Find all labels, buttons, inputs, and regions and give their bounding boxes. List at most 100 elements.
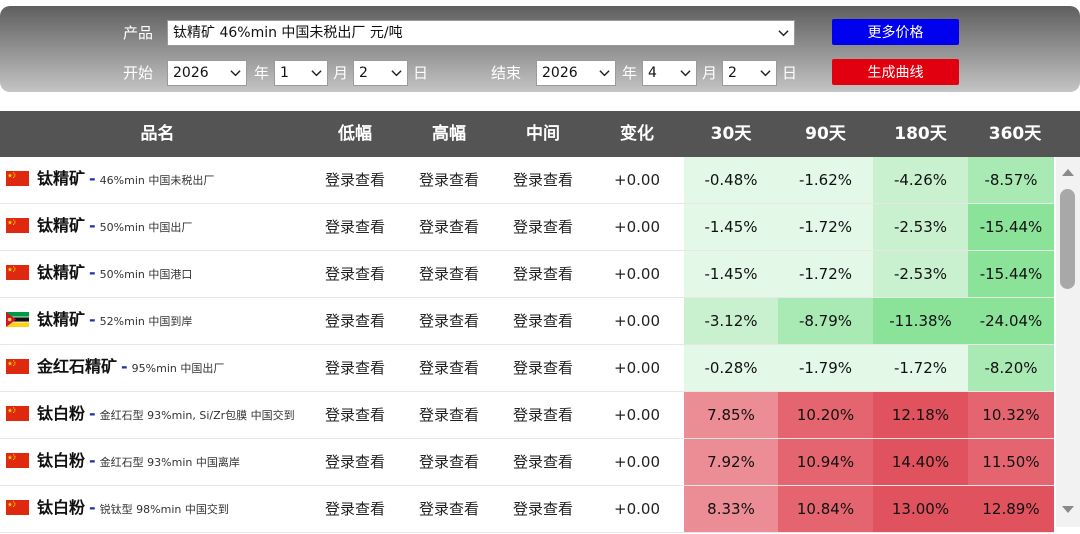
product-name-cell[interactable]: 钛白粉 - 金红石型 93%min 中国离岸 — [0, 439, 310, 485]
product-name[interactable]: 钛精矿 -50%min 中国出厂 — [37, 204, 192, 250]
chevron-down-icon — [311, 70, 322, 77]
product-spec: 金红石型 93%min, Si/Zr包膜 中国交到 — [99, 409, 295, 422]
change-30d-cell: -1.45% — [684, 251, 778, 297]
high-cell[interactable]: 登录查看 — [402, 204, 496, 250]
product-name[interactable]: 钛精矿 -50%min 中国港口 — [37, 251, 192, 297]
change-360d-cell: 12.89% — [968, 486, 1054, 532]
product-name-cell[interactable]: 钛精矿 -46%min 中国未税出厂 — [0, 157, 310, 203]
product-name[interactable]: 钛白粉 - 金红石型 93%min 中国离岸 — [37, 439, 240, 485]
start-year-select[interactable]: 2026 — [167, 60, 247, 86]
product-spec: 50%min 中国港口 — [99, 268, 193, 281]
low-cell[interactable]: 登录查看 — [308, 486, 402, 532]
low-cell[interactable]: 登录查看 — [308, 392, 402, 438]
end-year-unit: 年 — [622, 64, 638, 82]
end-label: 结束 — [491, 64, 522, 82]
change-180d-cell: 14.40% — [873, 439, 968, 485]
product-name-cell[interactable]: 钛精矿 -50%min 中国出厂 — [0, 204, 310, 250]
mid-cell[interactable]: 登录查看 — [496, 204, 590, 250]
mid-cell[interactable]: 登录查看 — [496, 251, 590, 297]
high-cell[interactable]: 登录查看 — [402, 392, 496, 438]
mid-cell[interactable]: 登录查看 — [496, 486, 590, 532]
mid-cell[interactable]: 登录查看 — [496, 345, 590, 391]
start-month-select[interactable]: 1 — [274, 60, 328, 86]
low-cell[interactable]: 登录查看 — [308, 204, 402, 250]
mid-cell[interactable]: 登录查看 — [496, 439, 590, 485]
header-90d: 90天 — [805, 124, 846, 144]
product-name[interactable]: 金红石精矿 -95%min 中国出厂 — [37, 345, 224, 391]
table-row[interactable]: 金红石精矿 -95%min 中国出厂 登录查看 登录查看 登录查看 +0.00 -0.28%… — [0, 345, 1054, 392]
header-product-name: 品名 — [140, 124, 175, 144]
table-row[interactable]: 钛精矿 -50%min 中国出厂 登录查看 登录查看 登录查看 +0.00 -1.45% -1… — [0, 204, 1054, 251]
table-row[interactable]: 钛精矿 -46%min 中国未税出厂 登录查看 登录查看 登录查看 +0.00 -0.48%… — [0, 157, 1054, 204]
header-change: 变化 — [620, 124, 654, 144]
header-mid: 中间 — [526, 124, 560, 144]
product-name-cell[interactable]: 钛白粉 - 锐钛型 98%min 中国交到 — [0, 486, 310, 532]
change-90d-cell: -1.72% — [778, 204, 873, 250]
high-cell[interactable]: 登录查看 — [402, 486, 496, 532]
low-cell[interactable]: 登录查看 — [308, 345, 402, 391]
table-row[interactable]: 钛白粉 - 金红石型 93%min, Si/Zr包膜 中国交到 登录查看 登录查看 登录查… — [0, 392, 1054, 439]
change-360d-cell: -15.44% — [968, 204, 1054, 250]
high-cell[interactable]: 登录查看 — [402, 439, 496, 485]
low-cell[interactable]: 登录查看 — [308, 251, 402, 297]
product-name-cell[interactable]: 金红石精矿 -95%min 中国出厂 — [0, 345, 310, 391]
header-low: 低幅 — [338, 124, 372, 144]
product-select[interactable]: 钛精矿 46%min 中国未税出厂 元/吨 — [167, 20, 795, 46]
start-year-unit: 年 — [254, 64, 270, 82]
high-cell[interactable]: 登录查看 — [402, 157, 496, 203]
change-90d-cell: 10.94% — [778, 439, 873, 485]
low-cell[interactable]: 登录查看 — [308, 439, 402, 485]
chevron-down-icon — [760, 70, 771, 77]
product-name-text: 钛白粉 — [37, 498, 86, 517]
high-cell[interactable]: 登录查看 — [402, 251, 496, 297]
table-row[interactable]: 钛精矿 -52%min 中国到岸 登录查看 登录查看 登录查看 +0.00 -3.12% -8… — [0, 298, 1054, 345]
change-90d-cell: -1.62% — [778, 157, 873, 203]
product-spec: 金红石型 93%min 中国离岸 — [99, 456, 240, 469]
product-name-cell[interactable]: 钛精矿 -52%min 中国到岸 — [0, 298, 310, 344]
table-scrollbar[interactable] — [1056, 157, 1080, 527]
change-90d-cell: -1.79% — [778, 345, 873, 391]
product-name-cell[interactable]: 钛白粉 - 金红石型 93%min, Si/Zr包膜 中国交到 — [0, 392, 310, 438]
end-month-select[interactable]: 4 — [642, 60, 697, 86]
high-cell[interactable]: 登录查看 — [402, 345, 496, 391]
change-180d-cell: -2.53% — [873, 251, 968, 297]
mid-cell[interactable]: 登录查看 — [496, 157, 590, 203]
low-cell[interactable]: 登录查看 — [308, 298, 402, 344]
product-name[interactable]: 钛白粉 - 锐钛型 98%min 中国交到 — [37, 486, 229, 532]
header-30d: 30天 — [710, 124, 752, 144]
high-cell[interactable]: 登录查看 — [402, 298, 496, 344]
product-spec: 95%min 中国出厂 — [131, 362, 225, 375]
scroll-down-icon[interactable] — [1061, 505, 1075, 515]
mid-cell[interactable]: 登录查看 — [496, 298, 590, 344]
end-year-value: 2026 — [542, 65, 578, 81]
scroll-up-icon[interactable] — [1061, 167, 1075, 177]
scrollbar-thumb[interactable] — [1060, 189, 1075, 289]
mid-cell[interactable]: 登录查看 — [496, 392, 590, 438]
end-day-select[interactable]: 2 — [722, 60, 777, 86]
end-month-value: 4 — [648, 65, 657, 81]
change-cell: +0.00 — [614, 218, 660, 236]
change-30d-cell: 7.92% — [684, 439, 778, 485]
product-name[interactable]: 钛精矿 -46%min 中国未税出厂 — [37, 157, 214, 203]
low-cell[interactable]: 登录查看 — [308, 157, 402, 203]
table-row[interactable]: 钛精矿 -50%min 中国港口 登录查看 登录查看 登录查看 +0.00 -1.45% -1… — [0, 251, 1054, 298]
china-flag-icon — [6, 500, 29, 515]
china-flag-icon — [6, 171, 29, 186]
product-name-text: 钛白粉 — [37, 451, 86, 470]
product-name[interactable]: 钛白粉 - 金红石型 93%min, Si/Zr包膜 中国交到 — [37, 392, 295, 438]
more-price-button[interactable]: 更多价格 — [832, 19, 959, 45]
table-row[interactable]: 钛白粉 - 金红石型 93%min 中国离岸 登录查看 登录查看 登录查看 +0.00 7.9… — [0, 439, 1054, 486]
product-name-cell[interactable]: 钛精矿 -50%min 中国港口 — [0, 251, 310, 297]
table-row[interactable]: 钛白粉 - 锐钛型 98%min 中国交到 登录查看 登录查看 登录查看 +0.00 8.33… — [0, 486, 1054, 533]
china-flag-icon — [6, 359, 29, 374]
product-name[interactable]: 钛精矿 -52%min 中国到岸 — [37, 298, 192, 344]
start-day-select[interactable]: 2 — [353, 60, 408, 86]
start-day-value: 2 — [359, 65, 368, 81]
product-spec: 46%min 中国未税出厂 — [99, 174, 215, 187]
product-name-text: 钛精矿 — [37, 263, 86, 282]
header-180d: 180天 — [894, 124, 947, 144]
end-year-select[interactable]: 2026 — [536, 60, 616, 86]
generate-curve-button[interactable]: 生成曲线 — [832, 59, 959, 85]
name-separator: - — [89, 216, 96, 235]
table-body: 钛精矿 -46%min 中国未税出厂 登录查看 登录查看 登录查看 +0.00 -0.48%… — [0, 157, 1080, 534]
